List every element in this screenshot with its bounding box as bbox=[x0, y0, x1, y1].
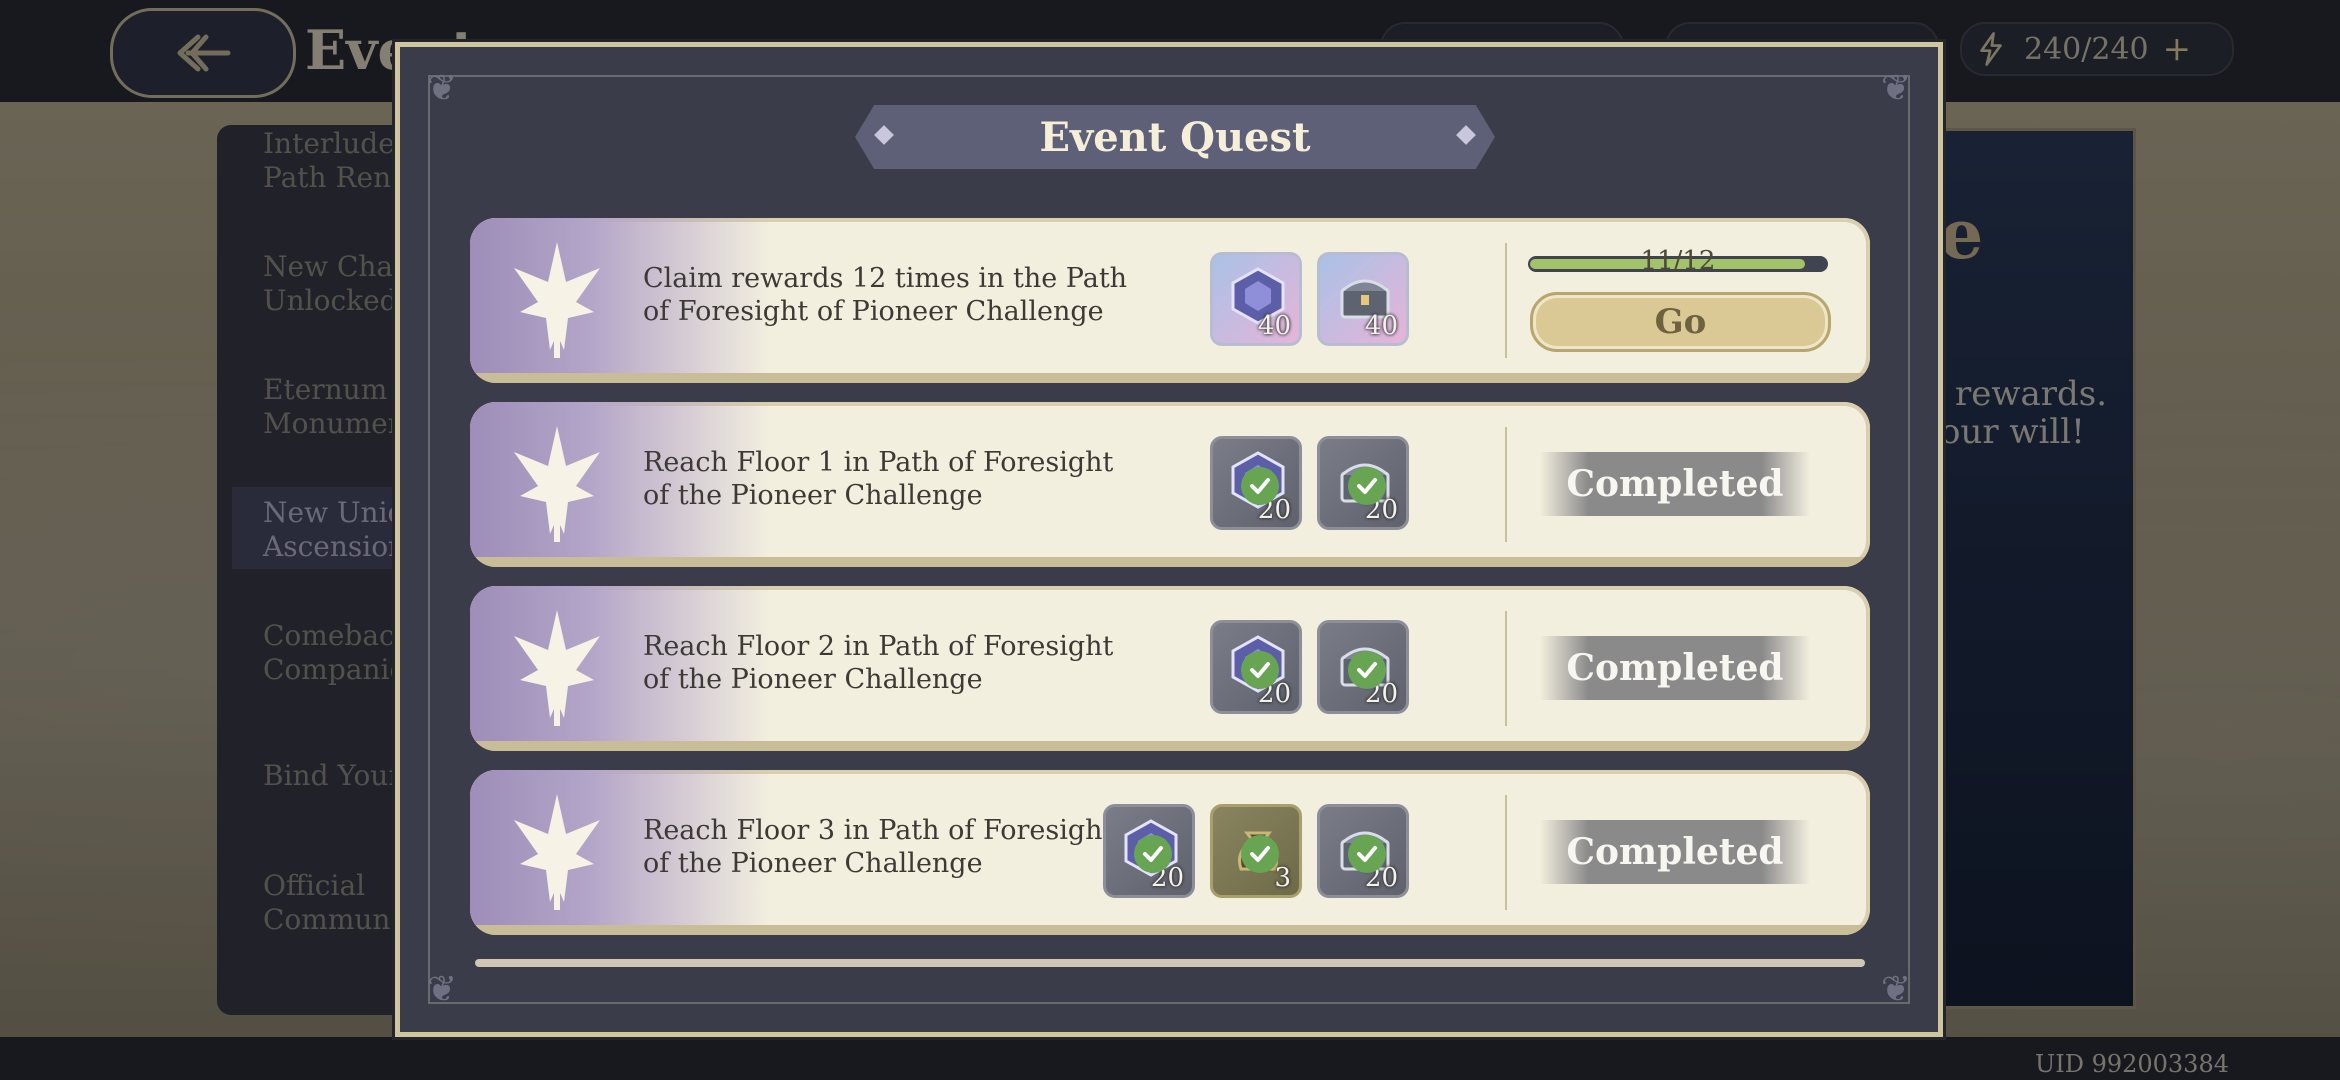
next-quest-row-edge bbox=[475, 959, 1865, 967]
check-icon bbox=[1348, 835, 1386, 873]
reward-item[interactable]: 20 bbox=[1210, 436, 1302, 530]
quest-row: Reach Floor 3 in Path of Foresight of th… bbox=[470, 770, 1870, 935]
completed-status: Completed bbox=[1540, 636, 1810, 700]
quest-emblem-icon bbox=[514, 426, 600, 542]
go-button[interactable]: Go bbox=[1530, 292, 1831, 352]
event-quest-modal: ❦ ❦ ❦ ❦ Event Quest Claim rewards 12 tim… bbox=[395, 42, 1943, 1037]
reward-item[interactable]: 20 bbox=[1103, 804, 1195, 898]
corner-ornament-icon: ❦ bbox=[1880, 68, 1912, 109]
row-divider bbox=[1505, 243, 1507, 358]
quest-row: Reach Floor 1 in Path of Foresight of th… bbox=[470, 402, 1870, 567]
reward-quantity: 40 bbox=[1364, 311, 1398, 341]
reward-quantity: 3 bbox=[1274, 863, 1291, 893]
row-divider bbox=[1505, 427, 1507, 542]
reward-item[interactable]: 40 bbox=[1317, 252, 1409, 346]
quest-description: Claim rewards 12 times in the Path of Fo… bbox=[643, 263, 1128, 327]
reward-item[interactable]: 20 bbox=[1317, 436, 1409, 530]
modal-title: Event Quest bbox=[1039, 113, 1311, 161]
reward-item[interactable]: 3 bbox=[1210, 804, 1302, 898]
check-icon bbox=[1241, 835, 1279, 873]
row-divider bbox=[1505, 611, 1507, 726]
completed-status: Completed bbox=[1540, 452, 1810, 516]
reward-quantity: 40 bbox=[1257, 311, 1291, 341]
quest-progress-bar: 11/12 bbox=[1528, 246, 1828, 276]
corner-ornament-icon: ❦ bbox=[426, 969, 458, 1010]
quest-progress-text: 11/12 bbox=[1640, 246, 1716, 276]
row-divider bbox=[1505, 795, 1507, 910]
quest-description: Reach Floor 1 in Path of Foresight of th… bbox=[643, 447, 1114, 511]
quest-description: Reach Floor 3 in Path of Foresight of th… bbox=[643, 815, 1114, 879]
reward-item[interactable]: 40 bbox=[1210, 252, 1302, 346]
banner-diamond-icon bbox=[874, 125, 894, 145]
corner-ornament-icon: ❦ bbox=[1880, 969, 1912, 1010]
reward-item[interactable]: 20 bbox=[1317, 620, 1409, 714]
quest-emblem-icon bbox=[514, 242, 600, 358]
completed-status: Completed bbox=[1540, 820, 1810, 884]
quest-row: Claim rewards 12 times in the Path of Fo… bbox=[470, 218, 1870, 383]
banner-diamond-icon bbox=[1456, 125, 1476, 145]
check-icon bbox=[1241, 467, 1279, 505]
quest-emblem-icon bbox=[514, 610, 600, 726]
reward-item[interactable]: 20 bbox=[1317, 804, 1409, 898]
quest-row: Reach Floor 2 in Path of Foresight of th… bbox=[470, 586, 1870, 751]
reward-item[interactable]: 20 bbox=[1210, 620, 1302, 714]
check-icon bbox=[1348, 467, 1386, 505]
corner-ornament-icon: ❦ bbox=[426, 68, 458, 109]
check-icon bbox=[1348, 651, 1386, 689]
check-icon bbox=[1134, 835, 1172, 873]
quest-description: Reach Floor 2 in Path of Foresight of th… bbox=[643, 631, 1114, 695]
quest-emblem-icon bbox=[514, 794, 600, 910]
check-icon bbox=[1241, 651, 1279, 689]
modal-title-banner: Event Quest bbox=[855, 105, 1495, 169]
